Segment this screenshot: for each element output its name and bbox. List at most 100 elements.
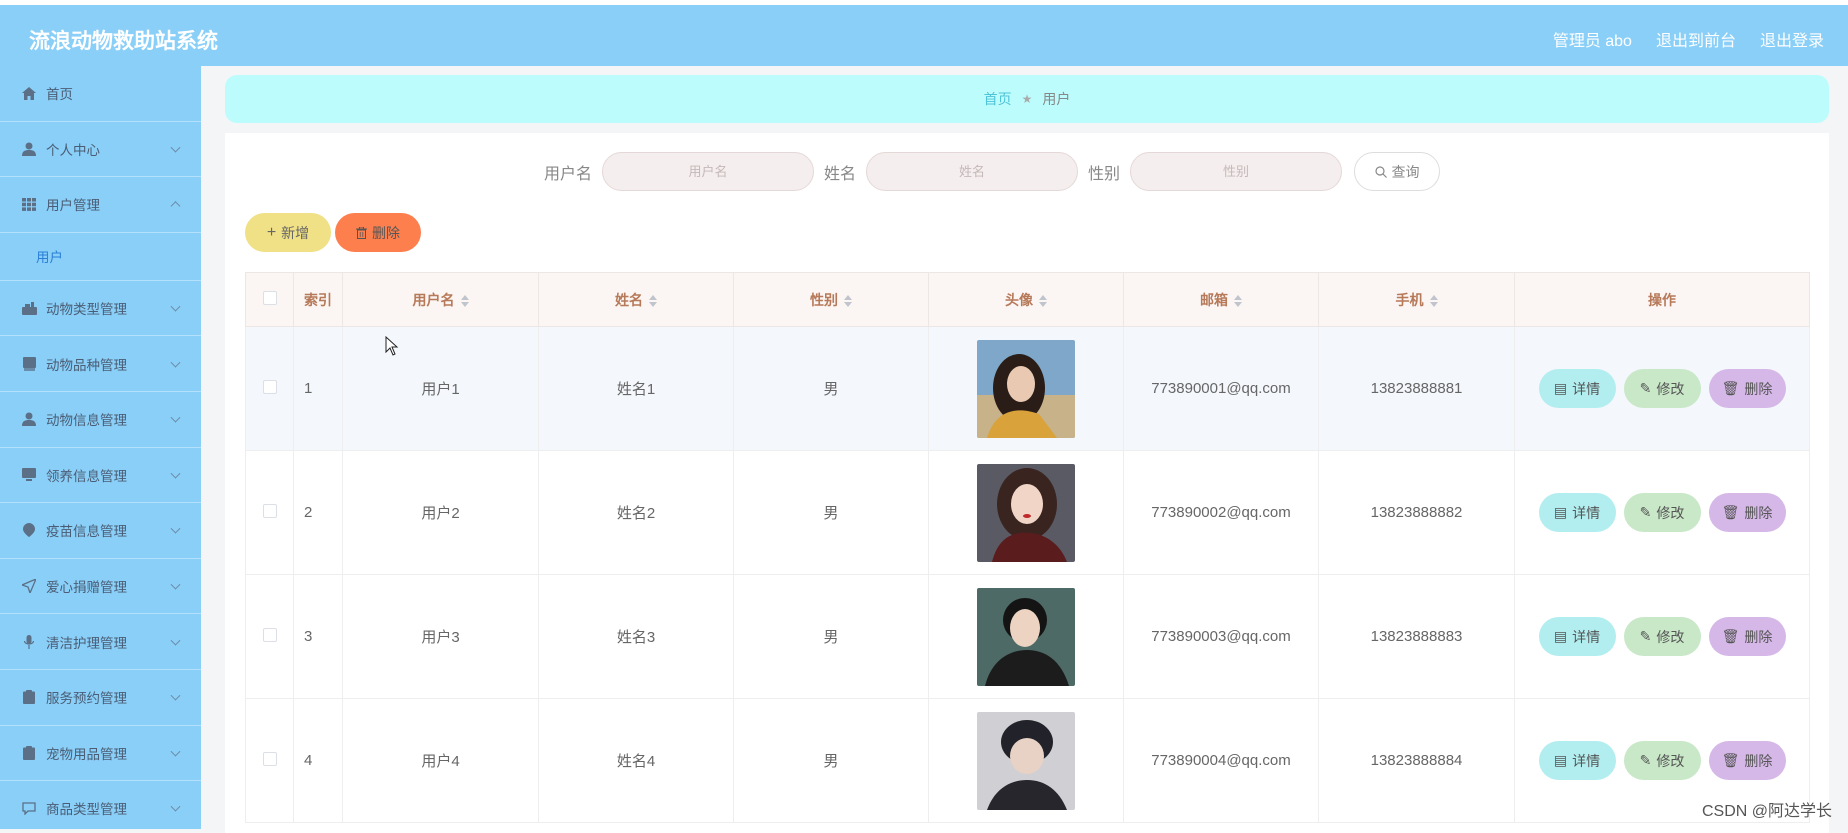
pencil-icon: ✎	[1640, 628, 1652, 645]
cell-avatar	[929, 451, 1124, 575]
avatar[interactable]	[977, 712, 1075, 810]
edit-button[interactable]: ✎修改	[1624, 493, 1701, 532]
detail-button[interactable]: ▤ 详情	[1539, 369, 1616, 408]
admin-label: 管理员 abo	[1553, 27, 1632, 51]
row-checkbox[interactable]	[263, 628, 277, 642]
detail-button[interactable]: ▤详情	[1539, 741, 1616, 780]
detail-button[interactable]: ▤详情	[1539, 493, 1616, 532]
sidebar-item-label: 宠物用品管理	[46, 743, 127, 763]
sidebar-item-label: 动物类型管理	[46, 298, 127, 318]
sort-icon[interactable]	[649, 295, 657, 307]
user-icon	[20, 140, 38, 158]
shield-icon	[20, 521, 38, 539]
cell-index: 3	[294, 575, 343, 699]
header-name[interactable]: 姓名	[539, 273, 734, 327]
sort-icon[interactable]	[461, 295, 469, 307]
sidebar-item-pet-supplies[interactable]: 宠物用品管理	[0, 726, 201, 782]
row-checkbox[interactable]	[263, 504, 277, 518]
breadcrumb-home[interactable]: 首页	[984, 89, 1012, 109]
chevron-down-icon	[171, 580, 181, 590]
avatar[interactable]	[977, 588, 1075, 686]
sidebar-item-animal-info[interactable]: 动物信息管理	[0, 392, 201, 448]
pencil-icon: ✎	[1640, 504, 1652, 521]
username-input[interactable]	[602, 152, 814, 191]
mouse-cursor-icon	[385, 336, 399, 356]
search-icon	[1375, 166, 1387, 178]
select-all-checkbox[interactable]	[263, 291, 277, 305]
document-icon: ▤	[1554, 380, 1567, 397]
detail-label: 详情	[1572, 379, 1600, 399]
avatar[interactable]	[977, 464, 1075, 562]
delete-button[interactable]: 🗑删除	[1709, 369, 1786, 408]
edit-button[interactable]: ✎修改	[1624, 369, 1701, 408]
row-checkbox[interactable]	[263, 380, 277, 394]
chevron-down-icon	[171, 143, 181, 153]
header-gender[interactable]: 性别	[734, 273, 929, 327]
header-email[interactable]: 邮箱	[1124, 273, 1319, 327]
sidebar-item-cleaning[interactable]: 清洁护理管理	[0, 614, 201, 670]
header-label: 手机	[1396, 292, 1424, 308]
table-row: 4 用户4 姓名4 男 773890004@qq.com 13823888884…	[246, 699, 1810, 823]
cell-username: 用户4	[343, 699, 539, 823]
sidebar-item-animal-breed[interactable]: 动物品种管理	[0, 336, 201, 392]
sidebar-item-label: 动物信息管理	[46, 409, 127, 429]
add-button[interactable]: + 新增	[245, 213, 331, 252]
avatar[interactable]	[977, 340, 1075, 438]
sidebar-item-product-type[interactable]: 商品类型管理	[0, 781, 201, 829]
sort-icon[interactable]	[844, 295, 852, 307]
header-username[interactable]: 用户名	[343, 273, 539, 327]
header-ops: 操作	[1515, 273, 1810, 327]
delete-button[interactable]: 🗑删除	[1709, 493, 1786, 532]
cell-email: 773890004@qq.com	[1124, 699, 1319, 823]
delete-button[interactable]: 🗑删除	[1709, 741, 1786, 780]
gender-input[interactable]	[1130, 152, 1342, 191]
sort-icon[interactable]	[1430, 295, 1438, 307]
row-checkbox[interactable]	[263, 752, 277, 766]
sidebar-item-animal-type[interactable]: 动物类型管理	[0, 281, 201, 337]
header-phone[interactable]: 手机	[1319, 273, 1515, 327]
cell-gender: 男	[734, 451, 929, 575]
sidebar-item-donation[interactable]: 爱心捐赠管理	[0, 559, 201, 615]
edit-button[interactable]: ✎修改	[1624, 741, 1701, 780]
header-label: 头像	[1005, 292, 1033, 308]
clipboard-icon	[20, 744, 38, 762]
user-table: 索引 用户名 姓名 性别 头像 邮箱 手机 操作 1 用户1 姓名1 男	[245, 272, 1810, 823]
sidebar-item-label: 疫苗信息管理	[46, 520, 127, 540]
sidebar-item-profile[interactable]: 个人中心	[0, 122, 201, 178]
sidebar-item-label: 首页	[46, 83, 73, 103]
chevron-down-icon	[171, 802, 181, 812]
table-row: 1 用户1 姓名1 男 773890001@qq.com 13823888881…	[246, 327, 1810, 451]
batch-delete-label: 删除	[372, 223, 400, 243]
delete-button[interactable]: 🗑删除	[1709, 617, 1786, 656]
trash-icon: 🗑	[1722, 380, 1740, 397]
row-select-cell	[246, 575, 294, 699]
cell-gender: 男	[734, 699, 929, 823]
add-button-label: 新增	[281, 223, 309, 243]
back-to-front-link[interactable]: 退出到前台	[1656, 27, 1736, 51]
sort-icon[interactable]	[1039, 295, 1047, 307]
pencil-icon: ✎	[1640, 380, 1652, 397]
sidebar-item-vaccine[interactable]: 疫苗信息管理	[0, 503, 201, 559]
header-avatar[interactable]: 头像	[929, 273, 1124, 327]
chevron-down-icon	[171, 746, 181, 756]
batch-delete-button[interactable]: 删除	[335, 213, 421, 252]
top-links: 管理员 abo 退出到前台 退出登录	[1553, 27, 1824, 51]
chevron-down-icon	[171, 413, 181, 423]
name-input[interactable]	[866, 152, 1078, 191]
query-button[interactable]: 查询	[1354, 152, 1440, 191]
row-actions: ▤详情 ✎修改 🗑删除	[1515, 493, 1809, 532]
sidebar-item-home[interactable]: 首页	[0, 66, 201, 122]
edit-button[interactable]: ✎修改	[1624, 617, 1701, 656]
logout-link[interactable]: 退出登录	[1760, 27, 1824, 51]
breadcrumb: 首页 ★ 用户	[225, 75, 1829, 123]
detail-label: 详情	[1572, 627, 1600, 647]
sidebar-item-user-management[interactable]: 用户管理	[0, 177, 201, 233]
detail-button[interactable]: ▤ 详情	[1539, 617, 1616, 656]
document-icon: ▤	[1554, 628, 1567, 645]
cell-email: 773890002@qq.com	[1124, 451, 1319, 575]
sidebar-item-service-booking[interactable]: 服务预约管理	[0, 670, 201, 726]
sort-icon[interactable]	[1234, 295, 1242, 307]
sidebar-item-adoption[interactable]: 领养信息管理	[0, 448, 201, 504]
app-title: 流浪动物救助站系统	[29, 25, 218, 55]
sidebar-subitem-users[interactable]: 用户	[0, 233, 201, 281]
